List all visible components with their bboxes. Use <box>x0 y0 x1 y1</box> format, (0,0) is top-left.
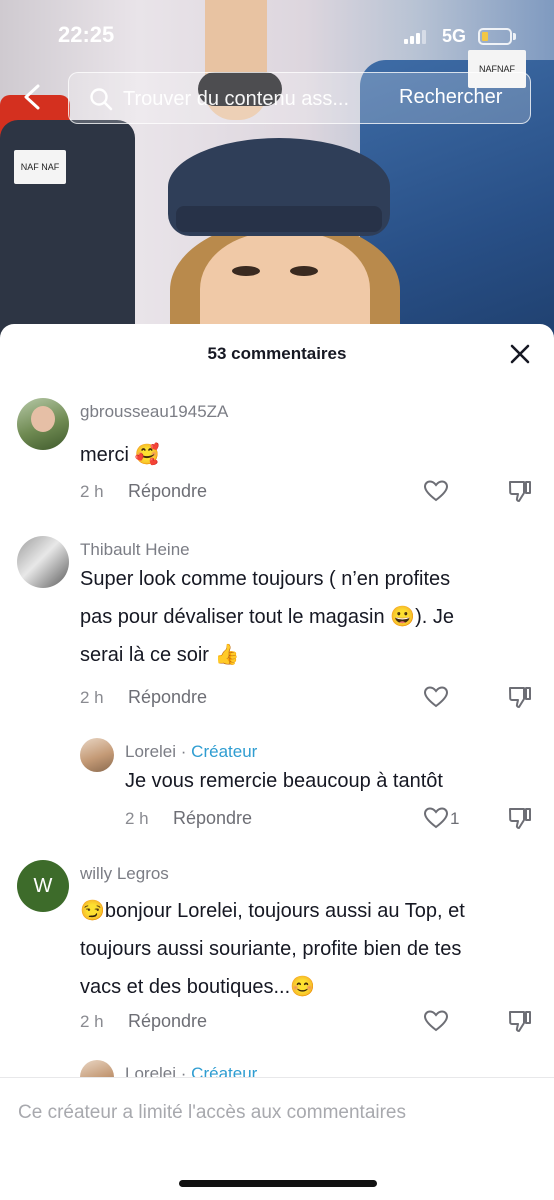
reply-button[interactable]: Répondre <box>128 1011 207 1032</box>
signal-icon <box>404 30 428 44</box>
eye-right <box>290 266 318 276</box>
restricted-notice: Ce créateur a limité l'accès aux comment… <box>18 1102 406 1123</box>
heart-icon[interactable] <box>423 806 449 830</box>
thumbs-down-icon[interactable] <box>507 805 533 831</box>
comments-count-title: 53 commentaires <box>207 344 347 363</box>
brand-tag-left: NAF NAF <box>14 150 66 184</box>
comment-username[interactable]: Thibault Heine <box>80 540 190 560</box>
search-bar[interactable]: Rechercher <box>68 72 531 124</box>
comment-text: Je vous remercie beaucoup à tantôt <box>125 770 443 792</box>
comment-username[interactable]: willy Legros <box>80 864 169 884</box>
comment-text-line: vacs et des boutiques...😊 <box>80 976 316 998</box>
comments-sheet: 53 commentaires gbrousseau1945ZA merci 🥰… <box>0 324 554 1200</box>
comment-text-line: toujours aussi souriante, profite bien d… <box>80 938 462 960</box>
heart-icon[interactable] <box>423 479 449 503</box>
reply-username: Lorelei <box>125 742 177 761</box>
thumbs-down-icon[interactable] <box>507 1008 533 1034</box>
comment-text-line: serai là ce soir 👍 <box>80 644 240 666</box>
reply-button[interactable]: Répondre <box>128 687 207 708</box>
battery-icon <box>478 28 512 45</box>
heart-icon[interactable] <box>423 1009 449 1033</box>
avatar[interactable]: W <box>17 860 69 912</box>
eye-left <box>232 266 260 276</box>
network-label: 5G <box>442 26 467 46</box>
battery-tip <box>513 33 516 40</box>
search-input[interactable] <box>123 86 373 112</box>
like-count: 1 <box>450 809 460 828</box>
avatar[interactable] <box>17 398 69 450</box>
avatar[interactable] <box>80 738 114 772</box>
heart-icon[interactable] <box>423 685 449 709</box>
search-button[interactable]: Rechercher <box>399 86 502 109</box>
comment-time: 2 h <box>80 1012 104 1031</box>
search-icon <box>90 88 113 111</box>
avatar[interactable] <box>17 536 69 588</box>
comment-time: 2 h <box>80 482 104 501</box>
thumbs-down-icon[interactable] <box>507 478 533 504</box>
comment-username[interactable]: Lorelei · Créateur <box>125 742 257 762</box>
avatar-face <box>31 406 55 432</box>
comment-username[interactable]: gbrousseau1945ZA <box>80 402 228 422</box>
status-time: 22:25 <box>58 22 115 47</box>
comment-text: merci 🥰 <box>80 444 160 466</box>
status-bar: 22:25 5G <box>0 0 554 70</box>
reply-button[interactable]: Répondre <box>128 481 207 502</box>
cap-band <box>176 206 382 232</box>
reply-button[interactable]: Répondre <box>173 808 252 829</box>
thumbs-down-icon[interactable] <box>507 684 533 710</box>
close-icon[interactable] <box>506 340 534 368</box>
back-arrow-icon[interactable] <box>18 82 48 112</box>
separator-dot: · <box>180 742 192 761</box>
comment-time: 2 h <box>80 688 104 707</box>
creator-badge: Créateur <box>191 742 258 761</box>
comment-time: 2 h <box>125 809 149 828</box>
home-indicator[interactable] <box>179 1180 377 1187</box>
comment-text-line: 😏bonjour Lorelei, toujours aussi au Top,… <box>80 900 465 922</box>
comment-text-line: pas pour dévaliser tout le magasin 😀). J… <box>80 606 454 628</box>
comment-text-line: Super look comme toujours ( n’en profite… <box>80 568 451 590</box>
